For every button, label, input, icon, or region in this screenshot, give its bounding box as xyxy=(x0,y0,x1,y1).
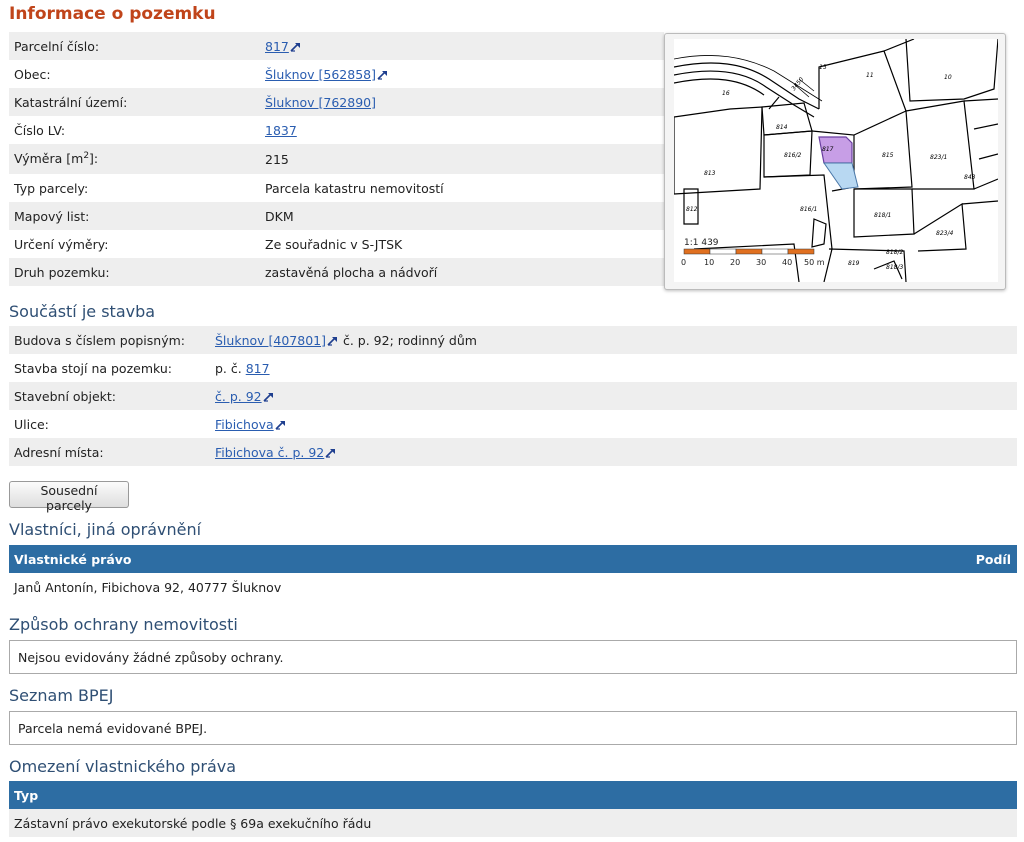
map-scale-tick: 50 m xyxy=(804,258,825,267)
svg-text:812: 812 xyxy=(686,206,698,213)
section-vlastnici-heading: Vlastníci, jiná oprávnění xyxy=(9,520,202,539)
label-katastralni-uzemi: Katastrální území: xyxy=(14,94,128,110)
map-scale-label: 1:1 439 xyxy=(684,238,719,248)
label-stavebni-objekt: Stavební objekt: xyxy=(14,388,116,404)
label-obec: Obec: xyxy=(14,66,51,82)
row-budova: Budova s číslem popisným: Šluknov [40780… xyxy=(9,326,1017,354)
bpej-text: Parcela nemá evidované BPEJ. xyxy=(18,720,208,736)
svg-text:819: 819 xyxy=(848,260,860,267)
external-link-icon[interactable] xyxy=(263,392,275,402)
label-ulice: Ulice: xyxy=(14,416,49,432)
link-parcel-number[interactable]: 817 xyxy=(265,39,289,54)
restrictions-table-header: Typ xyxy=(9,781,1017,809)
owner-name: Janů Antonín, Fibichova 92, 40777 Šlukno… xyxy=(14,579,282,595)
row-adresni-mista: Adresní místa: Fibichova č. p. 92 xyxy=(9,438,1017,466)
row-stoji-na: Stavba stojí na pozemku: p. č. 817 xyxy=(9,354,1017,382)
link-katastralni-uzemi[interactable]: Šluknov [762890] xyxy=(265,95,376,110)
svg-text:816/2: 816/2 xyxy=(784,152,801,159)
link-stoji-na-parcel[interactable]: 817 xyxy=(246,361,270,376)
value-druh-pozemku: zastavěná plocha a nádvoří xyxy=(265,264,438,280)
row-urceni-vymery: Určení výměry: Ze souřadnic v S-JTSK xyxy=(9,230,664,258)
svg-text:843: 843 xyxy=(964,174,976,181)
row-druh-pozemku: Druh pozemku: zastavěná plocha a nádvoří xyxy=(9,258,664,286)
map-scale-tick: 20 xyxy=(730,258,740,267)
row-parcelni-cislo: Parcelní číslo: 817 xyxy=(9,32,664,60)
svg-text:818/3: 818/3 xyxy=(886,264,903,271)
map-scale-tick: 30 xyxy=(756,258,766,267)
ochrana-text: Nejsou evidovány žádné způsoby ochrany. xyxy=(18,649,284,665)
value-mapovy-list: DKM xyxy=(265,208,294,224)
cadastral-map[interactable]: 817 815 814 816/2 813 812 816/1 818/1 81… xyxy=(674,39,998,282)
section-ochrana-heading: Způsob ochrany nemovitosti xyxy=(9,615,238,634)
row-mapovy-list: Mapový list: DKM xyxy=(9,202,664,230)
section-omezeni-heading: Omezení vlastnického práva xyxy=(9,757,237,776)
value-urceni-vymery: Ze souřadnic v S-JTSK xyxy=(265,236,403,252)
label-parcelni-cislo: Parcelní číslo: xyxy=(14,38,100,54)
col-typ: Typ xyxy=(14,787,39,803)
external-link-icon[interactable] xyxy=(325,448,337,458)
map-scale-tick: 10 xyxy=(704,258,714,267)
neighbor-parcels-button[interactable]: Sousední parcely xyxy=(9,481,129,513)
ochrana-box: Nejsou evidovány žádné způsoby ochrany. xyxy=(9,640,1017,674)
owner-row: Janů Antonín, Fibichova 92, 40777 Šlukno… xyxy=(9,573,1017,601)
svg-text:823/4: 823/4 xyxy=(936,230,953,237)
svg-text:814: 814 xyxy=(776,124,788,131)
section-bpej-heading: Seznam BPEJ xyxy=(9,686,114,705)
svg-text:818/1: 818/1 xyxy=(874,212,891,219)
external-link-icon[interactable] xyxy=(327,336,339,346)
value-budova-detail: č. p. 92; rodinný dům xyxy=(338,332,477,348)
map-scale-tick: 0 xyxy=(681,258,686,267)
label-mapovy-list: Mapový list: xyxy=(14,208,90,224)
owners-table-header: Vlastnické právo Podíl xyxy=(9,545,1017,573)
svg-text:815: 815 xyxy=(882,152,894,159)
svg-text:816/1: 816/1 xyxy=(800,206,817,213)
row-stavebni-objekt: Stavební objekt: č. p. 92 xyxy=(9,382,1017,410)
building-info-table: Budova s číslem popisným: Šluknov [40780… xyxy=(9,326,1017,466)
row-cislo-lv: Číslo LV: 1837 xyxy=(9,116,664,144)
link-adresni-mista[interactable]: Fibichova č. p. 92 xyxy=(215,445,324,460)
svg-text:813: 813 xyxy=(704,170,716,177)
svg-text:11: 11 xyxy=(866,72,874,79)
svg-text:817: 817 xyxy=(822,146,834,153)
label-budova: Budova s číslem popisným: xyxy=(14,332,185,348)
svg-text:15: 15 xyxy=(819,64,827,71)
page-title: Informace o pozemku xyxy=(9,4,216,24)
row-typ-parcely: Typ parcely: Parcela katastru nemovitost… xyxy=(9,174,664,202)
link-cislo-lv[interactable]: 1837 xyxy=(265,123,297,138)
label-adresni-mista: Adresní místa: xyxy=(14,444,104,460)
row-ulice: Ulice: Fibichova xyxy=(9,410,1017,438)
external-link-icon[interactable] xyxy=(290,42,302,52)
label-druh-pozemku: Druh pozemku: xyxy=(14,264,110,280)
external-link-icon[interactable] xyxy=(275,420,287,430)
svg-text:16: 16 xyxy=(722,90,730,97)
label-urceni-vymery: Určení výměry: xyxy=(14,236,109,252)
bpej-box: Parcela nemá evidované BPEJ. xyxy=(9,711,1017,745)
map-scale-tick: 40 xyxy=(782,258,792,267)
row-vymera: Výměra [m2]: 215 xyxy=(9,144,664,174)
link-budova[interactable]: Šluknov [407801] xyxy=(215,333,326,348)
link-ulice[interactable]: Fibichova xyxy=(215,417,274,432)
cadastral-map-thumbnail[interactable]: 817 815 814 816/2 813 812 816/1 818/1 81… xyxy=(664,33,1006,290)
restriction-type: Zástavní právo exekutorské podle § 69a e… xyxy=(14,815,372,831)
row-katastralni-uzemi: Katastrální území: Šluknov [762890] xyxy=(9,88,664,116)
label-typ-parcely: Typ parcely: xyxy=(14,180,89,196)
value-typ-parcely: Parcela katastru nemovitostí xyxy=(265,180,444,196)
label-stoji-na: Stavba stojí na pozemku: xyxy=(14,360,172,376)
parcel-info-table: Parcelní číslo: 817 Obec: Šluknov [56285… xyxy=(9,32,664,286)
external-link-icon[interactable] xyxy=(377,70,389,80)
link-stavebni-objekt[interactable]: č. p. 92 xyxy=(215,389,262,404)
restriction-row: Zástavní právo exekutorské podle § 69a e… xyxy=(9,809,1017,837)
svg-text:818/2: 818/2 xyxy=(886,249,903,256)
label-vymera: Výměra [m2]: xyxy=(14,151,99,167)
row-obec: Obec: Šluknov [562858] xyxy=(9,60,664,88)
section-stavba-heading: Součástí je stavba xyxy=(9,302,156,321)
svg-text:10: 10 xyxy=(944,74,952,81)
svg-text:823/1: 823/1 xyxy=(930,154,947,161)
link-obec[interactable]: Šluknov [562858] xyxy=(265,67,376,82)
label-cislo-lv: Číslo LV: xyxy=(14,122,66,138)
value-vymera: 215 xyxy=(265,151,289,167)
col-vlastnicke-pravo: Vlastnické právo xyxy=(14,551,132,567)
col-podil: Podíl xyxy=(975,551,1011,567)
